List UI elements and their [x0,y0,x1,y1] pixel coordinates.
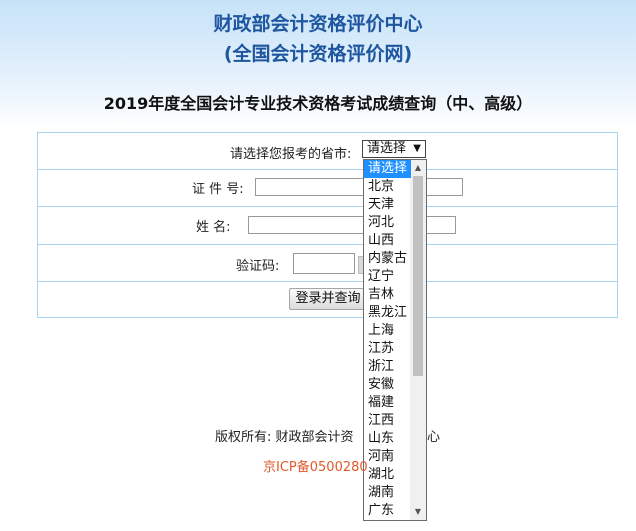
scroll-up-icon[interactable]: ▲ [410,161,426,175]
province-option[interactable]: 江苏 [364,340,411,358]
province-option[interactable]: 黑龙江 [364,304,411,322]
province-option[interactable]: 上海 [364,322,411,340]
chevron-down-icon: ▼ [413,143,421,154]
province-option[interactable]: 北京 [364,178,411,196]
province-option[interactable]: 湖北 [364,466,411,484]
province-option[interactable]: 河北 [364,214,411,232]
id-label: 证 件 号: [192,182,244,197]
icp-link[interactable]: 京ICP备0500280 [263,456,368,475]
captcha-input[interactable] [293,253,355,274]
province-option[interactable]: 山西 [364,232,411,250]
province-option[interactable]: 浙江 [364,358,411,376]
province-label: 请选择您报考的省市: [230,147,352,162]
province-option[interactable]: 广东 [364,502,411,520]
province-option[interactable]: 福建 [364,394,411,412]
province-option[interactable]: 山东 [364,430,411,448]
scrollbar-thumb[interactable] [413,176,423,376]
province-select-value: 请选择 [367,141,407,156]
province-option[interactable]: 内蒙古 [364,250,411,268]
province-option[interactable]: 辽宁 [364,268,411,286]
copyright-tail: 心 [427,430,441,445]
captcha-row: 验证码: [38,245,617,282]
captcha-label: 验证码: [236,259,280,274]
province-option[interactable]: 天津 [364,196,411,214]
scroll-down-icon[interactable]: ▼ [410,505,426,519]
name-row: 姓 名: [38,207,617,245]
province-row: 请选择您报考的省市: [38,133,617,170]
name-label: 姓 名: [196,220,231,235]
province-option[interactable]: 河南 [364,448,411,466]
province-option[interactable]: 吉林 [364,286,411,304]
province-select[interactable]: 请选择 ▼ [362,140,426,158]
province-option[interactable]: 江西 [364,412,411,430]
province-option[interactable]: 安徽 [364,376,411,394]
login-query-button[interactable]: 登录并查询 [289,288,367,310]
province-dropdown-list[interactable]: ▲ ▼ 请选择 北京 天津 河北 山西 内蒙古 辽宁 吉林 黑龙江 上海 江苏 浙江 安徽 福建 江西 山东河… [363,159,427,521]
org-name: 财政部会计资格评价中心 [213,13,423,35]
id-row: 证 件 号: [38,170,617,207]
province-option[interactable]: 请选择 [364,160,411,178]
query-form: 请选择您报考的省市: 证 件 号: 姓 名: 验证码: 登录并查询 [37,132,618,318]
province-option[interactable]: 湖南 [364,484,411,502]
id-input[interactable] [255,178,463,196]
submit-row: 登录并查询 [38,282,617,317]
copyright-text: 版权所有: 财政部会计资 [215,430,354,445]
dropdown-scrollbar[interactable]: ▲ ▼ [410,160,426,520]
org-subtitle: (全国会计资格评价网) [223,43,413,65]
page-title: 2019年度全国会计专业技术资格考试成绩查询（中、高级） [103,94,533,113]
